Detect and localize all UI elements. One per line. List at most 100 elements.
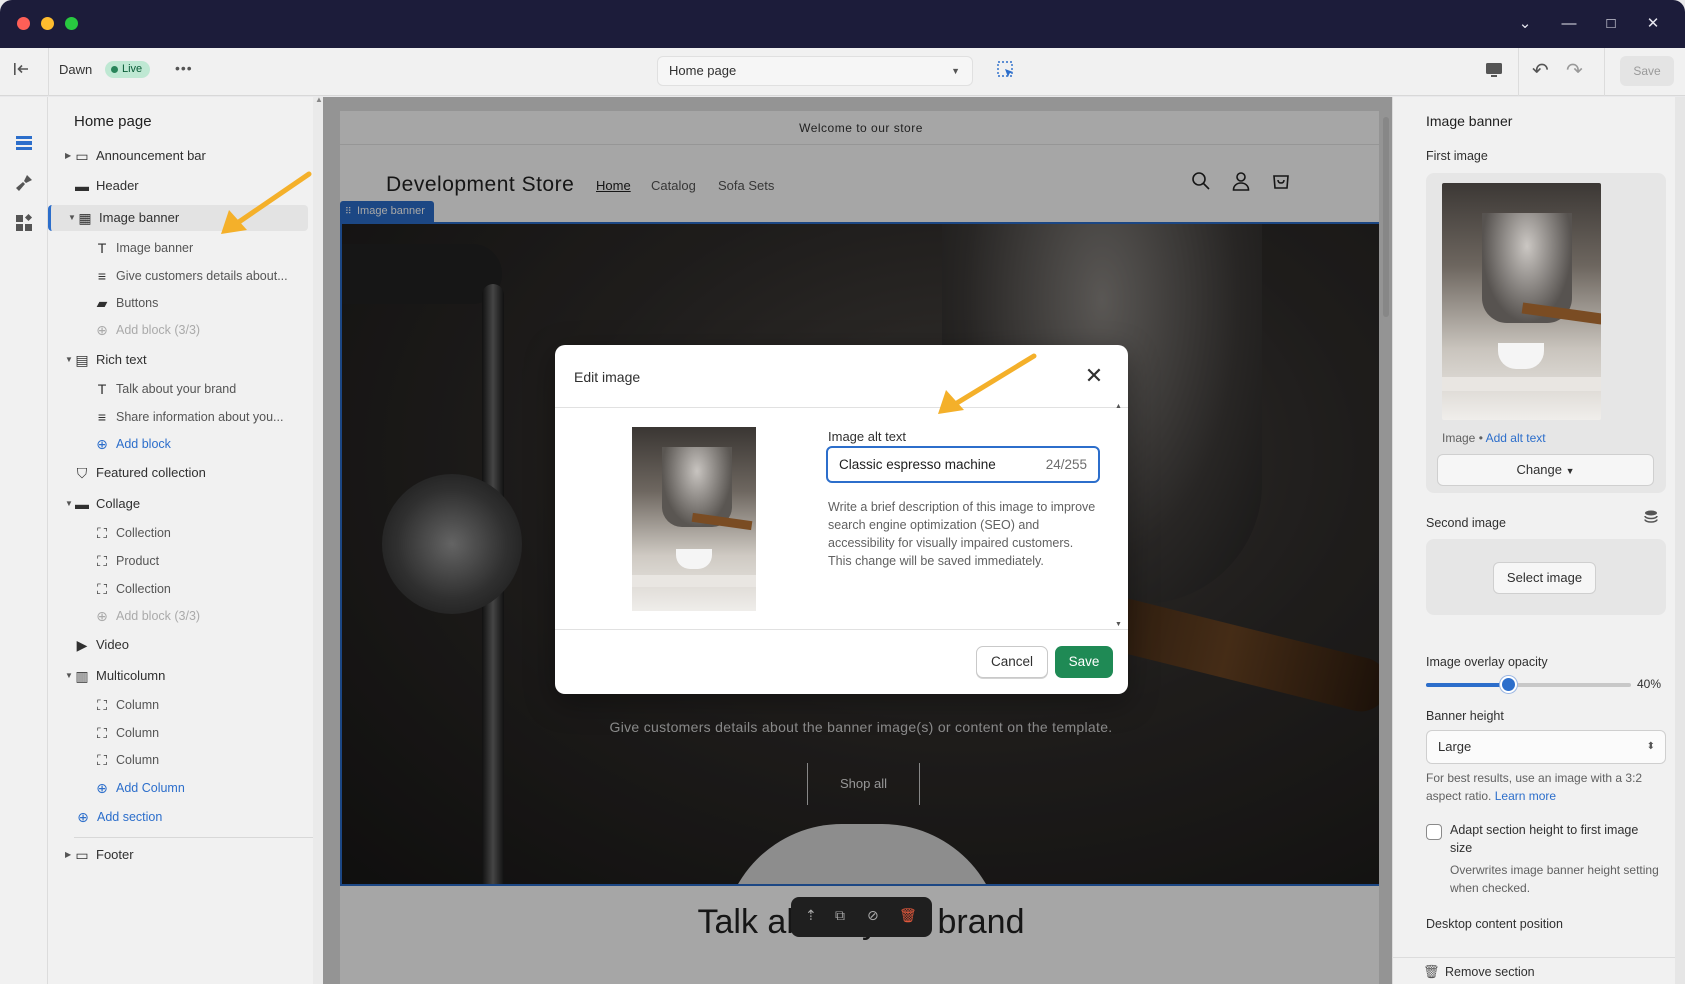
sidebar-item[interactable]: T Talk about your brand	[48, 376, 308, 402]
sidebar-item[interactable]: ⛶ Collection	[48, 520, 308, 546]
chevron-down-icon: ▼	[1565, 466, 1575, 476]
scroll-up-icon[interactable]: ▲	[1115, 403, 1122, 410]
first-image-thumbnail[interactable]	[1442, 183, 1601, 420]
image-preview	[632, 427, 756, 611]
close-window-button[interactable]	[17, 17, 30, 30]
paragraph-icon: ≡	[97, 268, 107, 284]
sidebar-item-label: Add section	[97, 810, 163, 824]
sidebar-item[interactable]: ⛉ Featured collection	[48, 460, 308, 486]
sidebar-item-label: Add block	[116, 437, 171, 451]
sidebar-item[interactable]: ⛶ Product	[48, 548, 308, 574]
caret-right-icon[interactable]: ▶	[65, 143, 71, 169]
sidebar-item[interactable]: ▼ ▥ Multicolumn	[48, 663, 308, 689]
caret-down-icon[interactable]: ▼	[65, 347, 73, 373]
scroll-down-icon[interactable]: ▼	[1115, 621, 1122, 628]
sidebar-item[interactable]: ⊕ Add block (3/3)	[48, 317, 308, 343]
chevron-down-icon: ▼	[951, 66, 960, 76]
sidebar-item[interactable]: ⊕ Add section	[48, 804, 308, 830]
desktop-preview-icon[interactable]	[1484, 60, 1504, 84]
sidebar-item[interactable]: ▰ Buttons	[48, 290, 308, 316]
frame-icon: ⛶	[97, 581, 107, 597]
image-caption-separator: •	[1475, 431, 1486, 445]
redo-icon[interactable]: ↷	[1566, 58, 1583, 83]
chevron-down-icon[interactable]: ⌄	[1513, 12, 1537, 36]
page-selector[interactable]: Home page ▼	[657, 56, 973, 86]
image-detail	[1442, 377, 1601, 391]
modal-save-button[interactable]: Save	[1055, 646, 1113, 678]
theme-settings-icon[interactable]	[12, 173, 36, 197]
adapt-height-checkbox[interactable]	[1426, 824, 1442, 840]
remove-section-button[interactable]: Remove section	[1445, 965, 1535, 979]
hide-icon[interactable]: ⊘	[867, 907, 879, 924]
sidebar-item[interactable]: ▶ Video	[48, 632, 308, 658]
save-button[interactable]: Save	[1620, 56, 1674, 86]
inspector-icon[interactable]	[996, 60, 1016, 84]
change-image-label: Change	[1516, 462, 1562, 477]
trash-icon[interactable]: 🗑	[1423, 964, 1440, 980]
delete-icon[interactable]: 🗑	[899, 907, 917, 924]
add-alt-text-link[interactable]: Add alt text	[1486, 431, 1546, 445]
select-arrows-icon: ⬍	[1646, 741, 1655, 752]
page-selector-value: Home page	[669, 63, 737, 78]
sidebar-item[interactable]: ⛶ Column	[48, 692, 308, 718]
theme-name: Dawn	[59, 62, 93, 77]
learn-more-link[interactable]: Learn more	[1495, 789, 1556, 803]
banner-height-select[interactable]: Large ⬍	[1426, 730, 1666, 764]
sidebar-item[interactable]: ▶ ▭ Footer	[48, 842, 308, 868]
sidebar-item[interactable]: ≡ Give customers details about...	[48, 263, 308, 289]
sidebar-item[interactable]: ▼ ▤ Rich text	[48, 347, 308, 373]
toolbar-divider	[1518, 48, 1519, 96]
sidebar-item[interactable]: ⊕ Add block (3/3)	[48, 603, 308, 629]
dynamic-source-icon[interactable]	[1643, 509, 1659, 530]
sidebar-item[interactable]: ▶ ▭ Announcement bar	[48, 143, 308, 169]
alt-text-value: Classic espresso machine	[839, 457, 996, 472]
adapt-height-label[interactable]: Adapt section height to first image size	[1450, 821, 1660, 857]
scroll-up-icon[interactable]: ▲	[315, 95, 323, 104]
undo-icon[interactable]: ↶	[1532, 58, 1549, 83]
select-image-button[interactable]: Select image	[1493, 562, 1596, 594]
sidebar-item[interactable]: T Image banner	[48, 235, 308, 261]
duplicate-icon[interactable]: ⧉	[835, 907, 845, 924]
modal-scrollbar[interactable]: ▲ ▼	[1115, 403, 1123, 628]
first-image-label: First image	[1426, 149, 1488, 163]
cancel-button[interactable]: Cancel	[976, 646, 1048, 678]
sidebar-item[interactable]: ⛶ Column	[48, 747, 308, 773]
layout-icon: ▬	[75, 496, 89, 512]
modal-title: Edit image	[574, 369, 641, 385]
settings-scrollbar[interactable]	[1675, 97, 1685, 984]
image-caption: Image • Add alt text	[1442, 431, 1546, 445]
close-icon[interactable]: ✕	[1641, 12, 1665, 36]
modal-divider	[555, 629, 1128, 630]
sidebar-item[interactable]: ≡ Share information about you...	[48, 404, 308, 430]
sidebar-item-label: Rich text	[96, 352, 147, 367]
sidebar-item[interactable]: ⊕ Add Column	[48, 775, 308, 801]
maximize-window-button[interactable]	[65, 17, 78, 30]
move-up-icon[interactable]: ⇡	[805, 907, 817, 924]
layout-icon: ▬	[75, 178, 89, 194]
minimize-icon[interactable]: —	[1557, 12, 1581, 36]
maximize-icon[interactable]: □	[1599, 12, 1623, 36]
sidebar-item-label: Image banner	[99, 210, 180, 225]
image-detail	[1498, 343, 1544, 369]
sidebar-item[interactable]: ⛶ Column	[48, 720, 308, 746]
alt-text-input[interactable]: Classic espresso machine 24/255	[826, 446, 1100, 483]
banner-height-help: For best results, use an image with a 3:…	[1426, 769, 1666, 805]
sidebar-item-label: Add block (3/3)	[116, 323, 201, 337]
exit-icon[interactable]	[12, 60, 30, 82]
change-image-button[interactable]: Change ▼	[1437, 454, 1654, 486]
sidebar-item[interactable]: ▼ ▬ Collage	[48, 491, 308, 517]
alt-text-help: Write a brief description of this image …	[828, 500, 1096, 568]
apps-icon[interactable]	[12, 213, 36, 237]
caret-down-icon[interactable]: ▼	[68, 205, 76, 231]
overlay-opacity-slider-handle[interactable]	[1500, 676, 1517, 693]
more-actions-icon[interactable]: •••	[175, 60, 193, 76]
sections-icon[interactable]	[12, 133, 36, 157]
caret-right-icon[interactable]: ▶	[65, 842, 71, 868]
close-icon[interactable]: ✕	[1079, 361, 1109, 391]
sidebar-item[interactable]: ⛶ Collection	[48, 576, 308, 602]
banner-height-value: Large	[1438, 739, 1472, 754]
caret-down-icon[interactable]: ▼	[65, 491, 73, 517]
minimize-window-button[interactable]	[41, 17, 54, 30]
sidebar-item[interactable]: ⊕ Add block	[48, 431, 308, 457]
caret-down-icon[interactable]: ▼	[65, 663, 73, 689]
